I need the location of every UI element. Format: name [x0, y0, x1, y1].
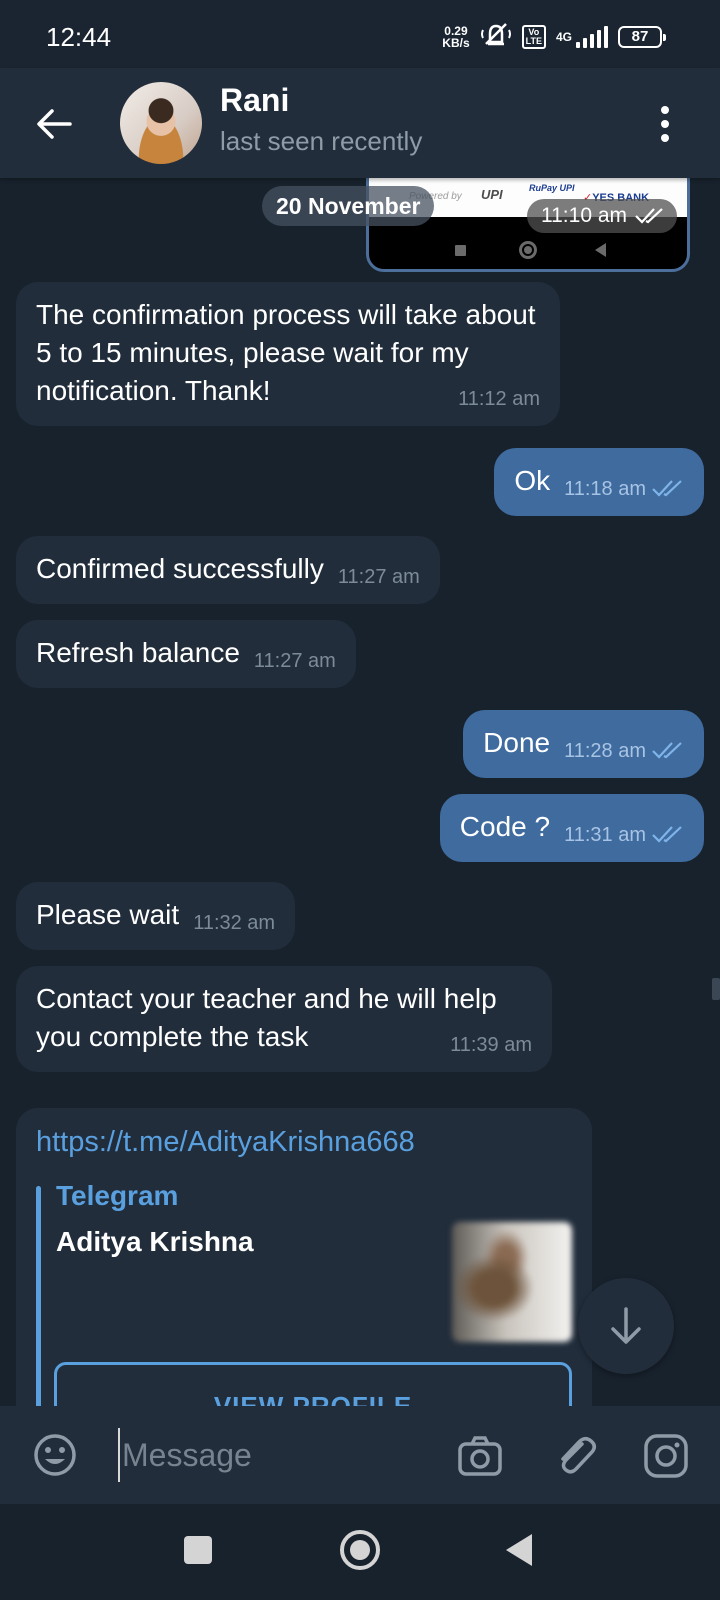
link-url[interactable]: https://t.me/AdityaKrishna668	[36, 1126, 415, 1159]
double-check-icon	[652, 742, 682, 759]
home-button[interactable]	[340, 1530, 380, 1570]
message-bubble-in[interactable]: Contact your teacher and he will help yo…	[16, 966, 552, 1072]
chat-header: Rani last seen recently	[0, 68, 720, 178]
message-time: 11:32 am	[193, 910, 275, 936]
message-bubble-out[interactable]: Ok 11:18 am	[494, 448, 704, 516]
preview-accent-bar	[36, 1186, 41, 1406]
emoji-icon	[34, 1434, 76, 1476]
message-time-text: 11:39 am	[450, 1034, 532, 1056]
system-back-button[interactable]	[506, 1534, 532, 1566]
message-bubble-out[interactable]: Done 11:28 am	[463, 710, 704, 778]
contact-name[interactable]: Rani	[220, 82, 289, 119]
preview-site-name: Telegram	[56, 1180, 179, 1211]
upi-logo: UPI	[481, 187, 503, 202]
status-time: 12:44	[46, 22, 112, 52]
more-vert-icon[interactable]	[650, 102, 680, 146]
view-profile-button[interactable]: VIEW PROFILE	[54, 1362, 572, 1406]
instagram-button[interactable]	[642, 1432, 690, 1480]
message-text: Contact your teacher and he will help yo…	[36, 983, 497, 1052]
message-text: Done	[483, 727, 551, 758]
chat-area[interactable]: Powered by UPI RuPay UPI ✓YES BANK 11:10…	[0, 178, 720, 1406]
message-text: Please wait	[36, 899, 180, 930]
message-time: 11:31 am	[564, 822, 684, 848]
message-bubble-in[interactable]: The confirmation process will take about…	[16, 282, 560, 426]
message-time: 11:18 am	[564, 476, 684, 502]
image-time: 11:10 am	[527, 199, 677, 233]
mute-alarm-icon	[480, 20, 512, 55]
rupay-logo: RuPay UPI	[529, 183, 575, 193]
image-time-text: 11:10 am	[541, 204, 627, 227]
link-message[interactable]: https://t.me/AdityaKrishna668 Telegram A…	[16, 1108, 592, 1406]
image-nav-triangle	[595, 243, 606, 257]
avatar[interactable]	[120, 82, 202, 164]
message-time: 11:27 am	[254, 648, 336, 674]
status-bar: 12:44 0.29 KB/s Vo LTE 4G 87	[0, 0, 720, 68]
message-time-text: 11:27 am	[253, 650, 336, 672]
recents-button[interactable]	[184, 1536, 212, 1564]
message-bubble-in[interactable]: Refresh balance 11:27 am	[16, 620, 356, 688]
message-time-text: 11:27 am	[337, 566, 420, 588]
message-time: 11:28 am	[564, 738, 684, 764]
message-text: Refresh balance	[36, 637, 240, 668]
message-input[interactable]	[118, 1428, 418, 1482]
back-arrow-icon	[37, 109, 72, 139]
network-type: 4G	[555, 30, 572, 44]
message-time: 11:39 am	[450, 1032, 532, 1058]
message-time-text: 11:12 am	[458, 388, 540, 410]
message-bubble-in[interactable]: Please wait 11:32 am	[16, 882, 296, 950]
emoji-button[interactable]	[32, 1432, 78, 1478]
volte-icon: Vo LTE	[521, 25, 546, 49]
volte-bottom: LTE	[525, 36, 542, 46]
network-speed: 0.29 KB/s	[442, 25, 469, 49]
double-check-icon	[652, 826, 682, 843]
battery-icon: 87	[618, 26, 666, 48]
instagram-icon	[644, 1434, 688, 1478]
date-separator: 20 November	[262, 186, 435, 226]
camera-button[interactable]	[456, 1432, 504, 1480]
message-time-text: 11:31 am	[564, 824, 646, 846]
image-nav-circle	[519, 241, 537, 259]
system-nav-bar	[0, 1504, 720, 1600]
message-text: Ok	[514, 465, 551, 496]
message-text: Code ?	[459, 811, 551, 842]
double-check-icon	[635, 208, 663, 224]
camera-icon	[458, 1436, 502, 1476]
scroll-indicator[interactable]	[712, 978, 720, 1000]
message-time-text: 11:32 am	[193, 912, 276, 934]
image-nav-square	[455, 245, 466, 256]
message-time: 11:12 am	[458, 386, 540, 412]
preview-thumbnail[interactable]	[452, 1222, 572, 1342]
message-time-text: 11:28 am	[564, 740, 646, 762]
attach-icon	[561, 1437, 596, 1474]
contact-status: last seen recently	[220, 126, 423, 156]
attach-button[interactable]	[552, 1432, 600, 1480]
back-button[interactable]	[30, 100, 78, 148]
message-bubble-out[interactable]: Code ? 11:31 am	[439, 794, 704, 862]
scroll-down-button[interactable]	[578, 1278, 674, 1374]
preview-title: Aditya Krishna	[56, 1226, 254, 1257]
double-check-icon	[652, 480, 682, 497]
signal-icon	[576, 26, 608, 48]
network-speed-unit: KB/s	[442, 36, 470, 50]
message-input-bar	[0, 1406, 720, 1504]
message-text: Confirmed successfully	[36, 553, 324, 584]
message-time-text: 11:18 am	[564, 478, 646, 500]
arrow-down-icon	[611, 1307, 641, 1344]
message-time: 11:27 am	[338, 564, 420, 590]
status-icons: 0.29 KB/s Vo LTE 4G 87	[442, 20, 666, 55]
message-bubble-in[interactable]: Confirmed successfully 11:27 am	[16, 536, 440, 604]
